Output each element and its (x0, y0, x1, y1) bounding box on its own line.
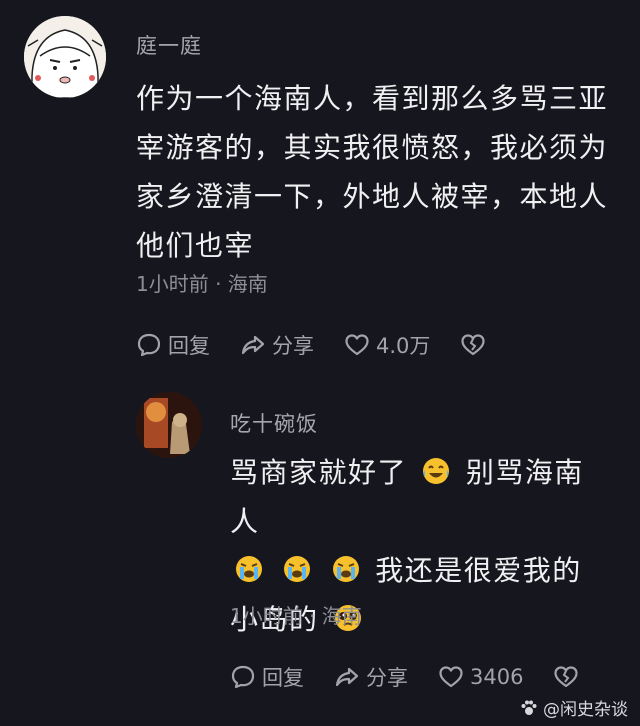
share-button[interactable]: 分享 (334, 662, 408, 692)
share-arrow-icon (335, 667, 359, 687)
like-count: 4.0万 (376, 334, 431, 358)
timestamp-location: 1小时前 · 海南 (230, 604, 362, 628)
reply-button[interactable]: 回复 (230, 662, 304, 692)
reply-label: 回复 (262, 666, 304, 690)
heart-icon (439, 666, 463, 688)
like-button[interactable]: 4.0万 (344, 330, 430, 360)
comment-actions: 回复 分享 3406 (230, 662, 615, 692)
crying-emoji (284, 556, 311, 582)
like-button[interactable]: 3406 (438, 664, 523, 690)
username[interactable]: 庭一庭 (136, 30, 202, 60)
watermark-text: @闲史杂谈 (543, 700, 628, 720)
dislike-button[interactable] (460, 332, 492, 358)
broken-heart-icon (554, 666, 579, 688)
crying-emoji (332, 556, 359, 582)
share-label: 分享 (366, 666, 408, 690)
crying-emoji (236, 556, 262, 582)
share-button[interactable]: 分享 (240, 330, 314, 360)
avatar[interactable] (136, 392, 202, 458)
comment-bubble-icon (231, 665, 255, 689)
share-arrow-icon (241, 335, 265, 355)
text-part: 骂商家就好了 (230, 456, 408, 489)
broken-heart-icon (461, 334, 486, 356)
laughing-tears-emoji (423, 458, 450, 484)
paw-logo-icon (521, 700, 537, 715)
username[interactable]: 吃十碗饭 (230, 408, 318, 438)
like-count: 3406 (470, 665, 524, 689)
dislike-button[interactable] (553, 664, 585, 690)
reply-label: 回复 (168, 334, 210, 358)
comment-bubble-icon (137, 333, 161, 357)
heart-icon (345, 334, 369, 356)
share-label: 分享 (272, 334, 314, 358)
comment-text: 作为一个海南人，看到那么多骂三亚宰游客的，其实我很愤怒，我必须为家乡澄清一下，外… (136, 82, 609, 262)
avatar[interactable] (24, 16, 106, 98)
timestamp-location: 1小时前 · 海南 (136, 272, 268, 296)
watermark: @闲史杂谈 (519, 695, 628, 720)
reply-button[interactable]: 回复 (136, 330, 210, 360)
comment-actions: 回复 分享 4.0万 (136, 330, 522, 360)
